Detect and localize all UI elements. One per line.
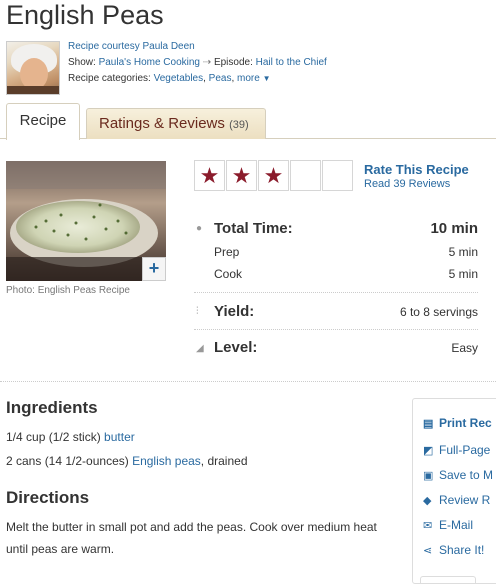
email-link[interactable]: ✉ E-Mail <box>423 518 473 532</box>
read-reviews-link[interactable]: Read 39 Reviews <box>364 178 450 190</box>
star-icon-2[interactable]: ★ <box>226 160 257 191</box>
prep-label: Prep <box>214 245 240 259</box>
ingredient-item: 2 cans (14 1/2-ounces) English peas, dra… <box>6 454 248 468</box>
cook-value: 5 min <box>448 267 478 281</box>
section-divider <box>0 381 496 382</box>
ingredient-item: 1/4 cup (1/2 stick) butter <box>6 430 135 444</box>
category-link-peas[interactable]: Peas <box>209 73 232 84</box>
directions-heading: Directions <box>6 488 90 507</box>
tab-ratings-reviews[interactable]: Ratings & Reviews (39) <box>86 108 266 139</box>
total-time-value: 10 min <box>430 220 478 237</box>
recipe-courtesy[interactable]: Recipe courtesy Paula Deen <box>68 40 195 54</box>
chevron-down-icon: ▼ <box>262 74 271 83</box>
review-recipe-link[interactable]: ◆ Review R <box>423 493 490 507</box>
star-icon-4-empty[interactable] <box>290 160 321 191</box>
category-link-vegetables[interactable]: Vegetables <box>154 73 204 84</box>
author-avatar[interactable] <box>6 41 60 95</box>
total-time-label: Total Time: <box>214 220 293 237</box>
episode-label: Episode: <box>213 57 253 68</box>
courtesy-link[interactable]: Recipe courtesy Paula Deen <box>68 41 195 52</box>
level-icon: ◢ <box>196 343 204 354</box>
ingredient-link-english-peas[interactable]: English peas <box>132 454 201 468</box>
cook-label: Cook <box>214 267 243 281</box>
rate-recipe-link[interactable]: Rate This Recipe <box>364 162 469 177</box>
episode-link[interactable]: Hail to the Chief <box>256 57 327 68</box>
tab-ratings-label: Ratings & Reviews <box>99 115 225 132</box>
more-categories-link[interactable]: more ▼ <box>237 73 271 84</box>
tab-recipe[interactable]: Recipe <box>6 103 80 140</box>
review-count: (39) <box>229 119 249 131</box>
show-link[interactable]: Paula's Home Cooking <box>99 57 200 68</box>
enlarge-photo-button[interactable]: + <box>142 257 166 281</box>
categories-label: Recipe categories: <box>68 73 151 84</box>
yield-label: Yield: <box>214 303 255 320</box>
prep-value: 5 min <box>448 245 478 259</box>
show-label: Show: <box>68 57 96 68</box>
ingredients-heading: Ingredients <box>6 398 98 417</box>
print-recipe-link[interactable]: ▤ Print Rec <box>423 416 492 430</box>
arrow-right-icon: ⇢ <box>202 57 212 68</box>
email-icon: ✉ <box>423 520 433 532</box>
yield-icon: ⫶ <box>196 306 199 317</box>
share-link[interactable]: ⋖ Share It! <box>423 543 484 557</box>
full-page-link[interactable]: ◩ Full-Page <box>423 443 490 457</box>
fullpage-icon: ◩ <box>423 445 434 457</box>
yield-value: 6 to 8 servings <box>399 305 478 319</box>
level-label: Level: <box>214 339 258 356</box>
divider <box>194 329 478 330</box>
star-icon-5-empty[interactable] <box>322 160 353 191</box>
review-icon: ◆ <box>423 495 432 507</box>
ingredient-link-butter[interactable]: butter <box>104 430 135 444</box>
star-icon-3[interactable]: ★ <box>258 160 289 191</box>
photo-caption: Photo: English Peas Recipe <box>6 285 130 296</box>
divider <box>194 292 478 293</box>
star-icon-1[interactable]: ★ <box>194 160 225 191</box>
page-title: English Peas <box>6 0 164 30</box>
tab-bar: Recipe Ratings & Reviews (39) <box>0 103 496 140</box>
save-icon: ▣ <box>423 470 434 482</box>
level-value: Easy <box>451 341 478 355</box>
recipe-actions-panel: ▤ Print Rec ◩ Full-Page ▣ Save to M ◆ Review… <box>412 398 496 584</box>
share-icon: ⋖ <box>423 545 433 557</box>
directions-text: Melt the butter in small pot and add the… <box>6 520 377 556</box>
sidebar-secondary-panel <box>420 576 476 584</box>
show-episode-line: Show: Paula's Home Cooking ⇢ Episode: Ha… <box>68 56 327 70</box>
clock-icon: ● <box>196 223 203 234</box>
save-to-link[interactable]: ▣ Save to M <box>423 468 493 482</box>
print-icon: ▤ <box>423 418 434 430</box>
categories-line: Recipe categories: Vegetables, Peas, mor… <box>68 73 271 84</box>
star-rating[interactable]: ★ ★ ★ <box>194 160 353 191</box>
